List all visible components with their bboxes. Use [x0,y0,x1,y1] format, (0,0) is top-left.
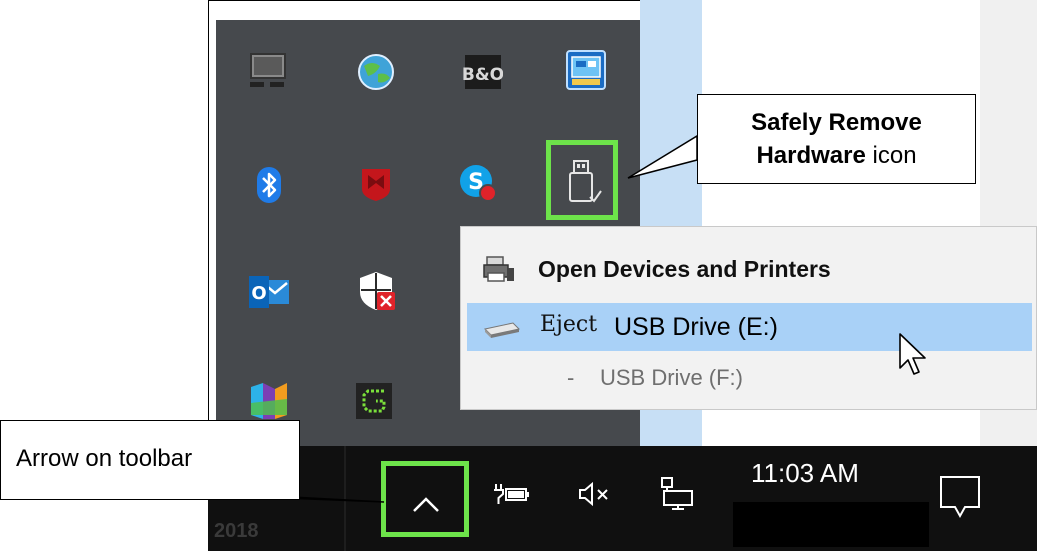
callout-safe-pointer [627,134,698,179]
callout-pointer-join [258,496,292,499]
callout-safe-line1: Safely Remove [751,109,922,136]
callout-hardware-word: Hardware [756,142,866,169]
safely-remove-callout: Safely Remove Hardware icon [697,94,976,184]
callout-icon-word: icon [865,142,917,169]
callout-arrow-text: Arrow on toolbar [16,445,193,472]
arrow-on-toolbar-callout: Arrow on toolbar [0,420,300,500]
callout-safe-line2: Hardware icon [698,142,975,170]
